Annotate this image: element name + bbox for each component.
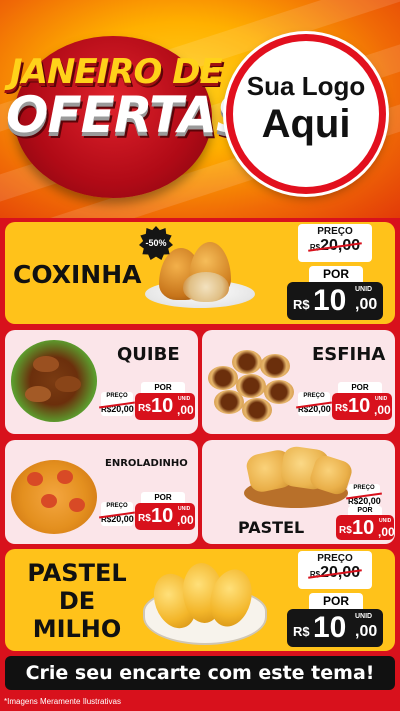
esfiha-image: [214, 390, 244, 414]
price-tag: PREÇO R$20,00 POR R$ 10 UNID ,00: [298, 382, 392, 426]
product-card-pastel: PASTEL PREÇO R$20,00 POR R$ 10 UNID ,00: [202, 440, 395, 544]
product-name: ENROLADINHO: [105, 458, 188, 469]
coxinha-filling-image: [183, 272, 229, 302]
price-tag: PREÇO R$20,00 POR R$ 10 UNID ,00: [287, 551, 383, 647]
old-price-box: PREÇO R$20,00: [298, 392, 331, 416]
esfiha-image: [264, 380, 294, 404]
quibe-piece: [55, 376, 81, 392]
logo-text-1: Sua Logo: [246, 71, 366, 101]
esfiha-image: [260, 354, 290, 378]
old-price-box: PREÇO R$20,00: [101, 392, 134, 416]
product-name: PASTEL: [238, 518, 305, 537]
sausage-piece: [27, 472, 43, 486]
old-price-box: PREÇO R$20,00: [348, 484, 381, 506]
esfiha-image: [242, 398, 272, 422]
esfiha-image: [208, 366, 238, 390]
old-price: R$20,00: [101, 404, 134, 414]
price-tag: PREÇO R$20,00 POR R$ 10 UNID ,00: [101, 382, 195, 426]
old-price-box: PREÇO R$20,00: [298, 224, 372, 262]
por-label: POR: [309, 266, 363, 282]
new-price: R$ 10 UNID ,00: [135, 503, 195, 530]
price-tag: PREÇO R$20,00 POR R$ 10 UNID ,00: [101, 492, 195, 536]
old-price: R$20,00: [101, 514, 134, 524]
sausage-piece: [69, 498, 85, 512]
old-price: R$20,00: [309, 237, 361, 254]
title-line-2: OFERTAS: [6, 86, 252, 144]
old-price: R$20,00: [348, 496, 381, 506]
cta-banner[interactable]: Crie seu encarte com este tema!: [5, 656, 395, 690]
old-price-box: PREÇO R$20,00: [101, 502, 134, 526]
sausage-piece: [41, 494, 57, 508]
header-banner: JANEIRO DE OFERTAS Sua Logo Aqui: [0, 0, 400, 218]
quibe-image: [11, 340, 97, 422]
product-card-enroladinho: ENROLADINHO PREÇO R$20,00 POR R$ 10 UNID…: [5, 440, 198, 544]
new-price: R$ 10 UNID ,00: [287, 282, 383, 320]
quibe-piece: [33, 356, 59, 372]
price-tag: PREÇO R$20,00 POR R$ 10 UNID ,00: [287, 224, 383, 320]
new-price: R$ 10 UNID ,00: [332, 393, 392, 420]
logo-text-2: Aqui: [261, 102, 351, 146]
old-price: R$20,00: [298, 404, 331, 414]
por-label: POR: [309, 593, 363, 609]
new-price: R$ 10 UNID ,00: [135, 393, 195, 420]
product-name: COXINHA: [13, 260, 142, 289]
new-price: R$ 10 UNID ,00: [287, 609, 383, 647]
old-price-box: PREÇO R$20,00: [298, 551, 372, 589]
esfiha-image: [232, 350, 262, 374]
old-price: R$20,00: [309, 564, 361, 581]
preco-label: PREÇO: [317, 553, 353, 564]
quibe-piece: [25, 386, 51, 402]
logo-placeholder: Sua Logo Aqui: [226, 34, 386, 194]
product-card-coxinha: COXINHA -50% PREÇO R$20,00 POR R$ 10 UNI…: [5, 222, 395, 324]
preco-label: PREÇO: [317, 226, 353, 237]
new-price: R$ 10 UNID ,00: [336, 515, 395, 540]
product-name: PASTEL DE MILHO: [27, 559, 127, 643]
product-card-esfiha: ESFIHA PREÇO R$20,00 POR R$ 10 UNID ,00: [202, 330, 395, 434]
product-card-quibe: QUIBE PREÇO R$20,00 POR R$ 10 UNID ,00: [5, 330, 198, 434]
price-tag: PREÇO R$20,00 POR R$ 10 UNID ,00: [336, 484, 395, 542]
product-name: ESFIHA: [312, 344, 386, 365]
product-name: QUIBE: [117, 344, 180, 365]
sausage-piece: [57, 470, 73, 484]
footnote: *Imagens Meramente Ilustrativas: [4, 697, 121, 706]
product-card-pastel-de-milho: PASTEL DE MILHO PREÇO R$20,00 POR R$ 10 …: [5, 549, 395, 651]
